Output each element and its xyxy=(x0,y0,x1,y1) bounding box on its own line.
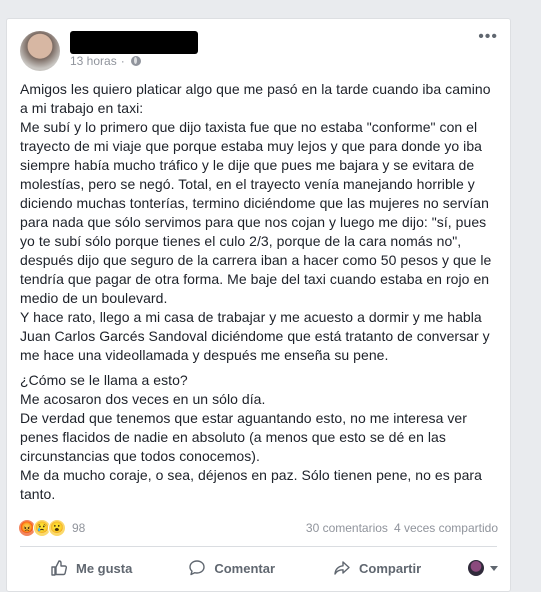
wow-emoji-icon: 😮 xyxy=(48,519,66,537)
share-label: Compartir xyxy=(359,560,422,576)
author-name-redacted xyxy=(70,31,198,54)
actions-divider xyxy=(20,546,497,547)
post-paragraph-2: ¿Cómo se le llama a esto? Me acosaron do… xyxy=(20,372,482,502)
viewer-avatar xyxy=(468,560,484,576)
meta-separator: · xyxy=(120,54,125,68)
author-avatar[interactable] xyxy=(20,31,60,71)
post-meta: 13 horas · xyxy=(70,54,141,68)
more-options-icon[interactable]: ••• xyxy=(478,29,498,45)
comment-bubble-icon xyxy=(189,560,206,576)
share-arrow-icon xyxy=(334,561,350,575)
post-stats: 30 comentarios 4 veces compartido xyxy=(306,521,498,535)
like-button[interactable]: Me gusta xyxy=(50,559,132,577)
viewer-selector[interactable] xyxy=(468,560,498,576)
post-timestamp[interactable]: 13 horas xyxy=(70,54,117,68)
globe-icon[interactable] xyxy=(130,56,141,66)
caret-down-icon xyxy=(490,565,498,571)
post-actions-bar: Me gusta Comentar Compartir xyxy=(20,549,498,587)
reactions-summary[interactable]: 😡 😢 😮 98 xyxy=(18,519,85,537)
shares-count[interactable]: 4 veces compartido xyxy=(394,521,498,535)
post-paragraph-1: Amigos les quiero platicar algo que me p… xyxy=(20,81,492,363)
share-button[interactable]: Compartir xyxy=(333,559,421,577)
reaction-count[interactable]: 98 xyxy=(72,521,85,535)
post-text: Amigos les quiero platicar algo que me p… xyxy=(20,80,503,504)
comment-button[interactable]: Comentar xyxy=(188,559,275,577)
like-label: Me gusta xyxy=(76,560,133,576)
post-card: 13 horas · ••• Amigos les quiero platica… xyxy=(6,18,511,592)
top-strip xyxy=(0,0,541,18)
thumbs-up-icon xyxy=(51,560,68,576)
comments-count[interactable]: 30 comentarios xyxy=(306,521,388,535)
comment-label: Comentar xyxy=(214,560,276,576)
